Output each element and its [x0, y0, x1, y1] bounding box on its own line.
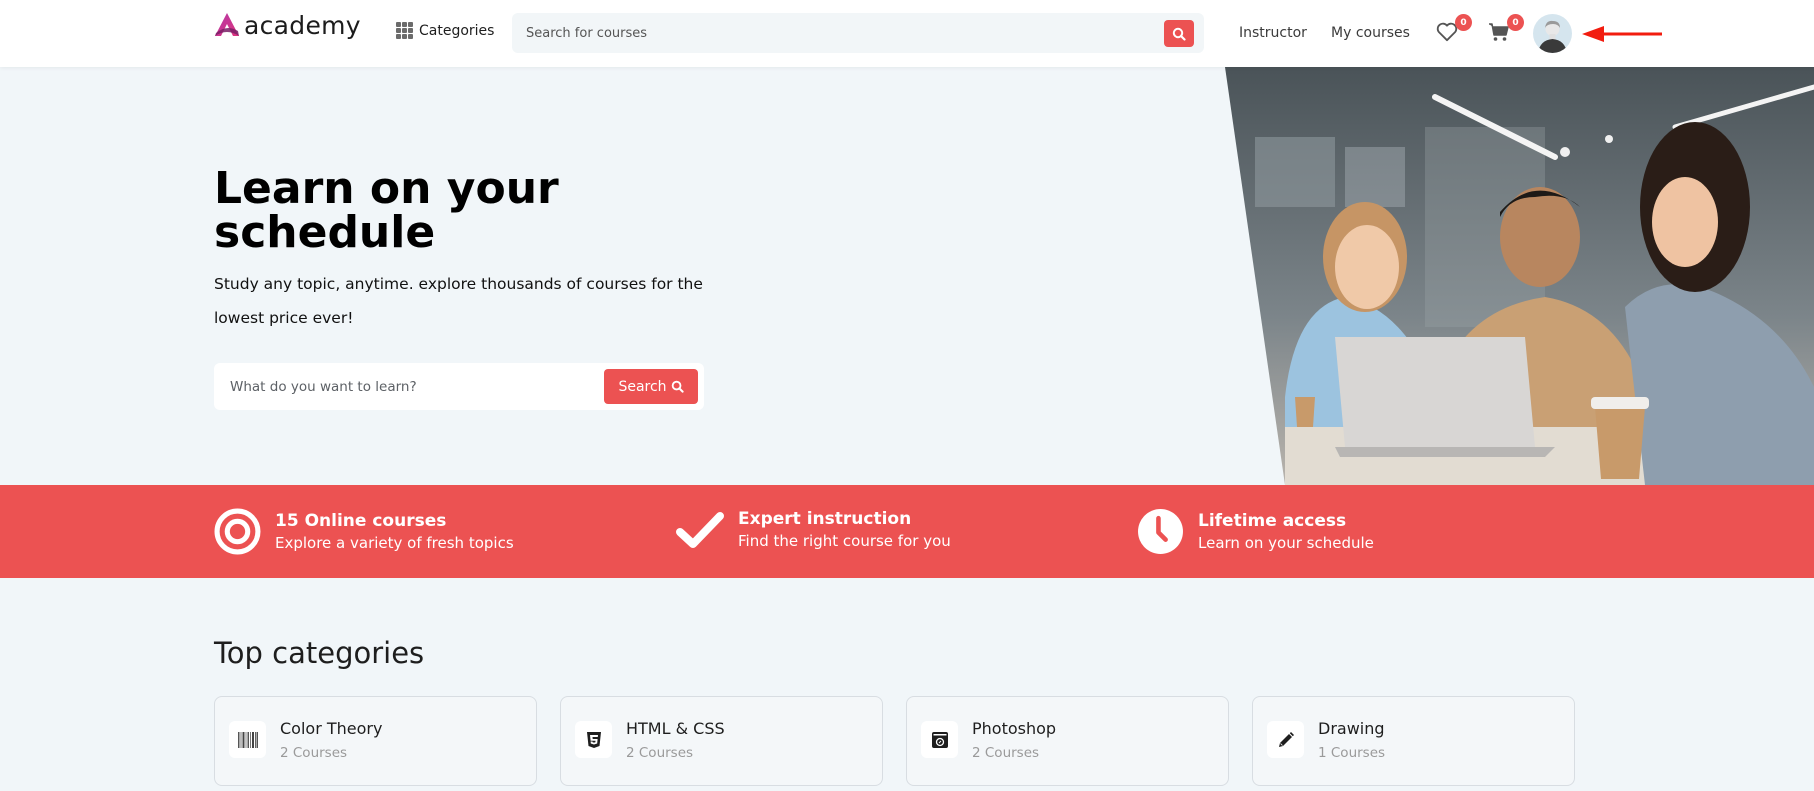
wishlist-button[interactable]: 0: [1436, 14, 1472, 46]
top-navbar: academy Categories Instructor My courses…: [0, 0, 1814, 67]
barcode-icon: [237, 731, 258, 748]
features-bar: 15 Online courses Explore a variety of f…: [0, 485, 1814, 578]
header-search-button[interactable]: [1164, 20, 1194, 47]
feature-title: Lifetime access: [1198, 510, 1347, 531]
header-search: [512, 13, 1204, 53]
academy-logo-icon: [215, 13, 239, 36]
target-icon: [214, 508, 261, 555]
user-avatar[interactable]: [1533, 14, 1572, 53]
category-card-html-css[interactable]: HTML & CSS 2 Courses: [560, 696, 883, 786]
annotation-arrow-icon: [1582, 26, 1662, 42]
hero-image: [1225, 67, 1814, 485]
feature-desc: Explore a variety of fresh topics: [275, 533, 514, 552]
category-name: Drawing: [1318, 719, 1385, 738]
logo-text: academy: [244, 10, 361, 40]
category-card-drawing[interactable]: Drawing 1 Courses: [1252, 696, 1575, 786]
category-count: 2 Courses: [626, 745, 694, 761]
cart-button[interactable]: 0: [1488, 14, 1524, 46]
hero-search-input[interactable]: [230, 363, 590, 410]
cart-count-badge: 0: [1507, 14, 1524, 31]
css3-icon: [586, 731, 601, 748]
grid-icon: [396, 22, 413, 39]
wishlist-count-badge: 0: [1455, 14, 1472, 31]
category-count: 1 Courses: [1318, 745, 1386, 761]
user-avatar-icon: [1538, 20, 1567, 53]
category-count: 2 Courses: [972, 745, 1040, 761]
category-name: Photoshop: [972, 719, 1057, 738]
feature-title: Expert instruction: [738, 509, 912, 529]
nav-instructor-link[interactable]: Instructor: [1239, 25, 1307, 41]
top-categories-heading: Top categories: [214, 636, 425, 670]
category-card-color-theory[interactable]: Color Theory 2 Courses: [214, 696, 537, 786]
categories-menu[interactable]: Categories: [396, 22, 494, 39]
hero-search-button[interactable]: Search: [604, 369, 698, 404]
hero-search-button-label: Search: [618, 378, 667, 395]
hero-title: Learn on your schedule: [214, 163, 559, 258]
hero-subtitle: Study any topic, anytime. explore thousa…: [214, 275, 703, 327]
students-with-laptop-photo: [1225, 67, 1814, 485]
search-icon: [671, 380, 684, 393]
feature-online-courses: 15 Online courses Explore a variety of f…: [214, 508, 514, 555]
search-icon: [1172, 27, 1186, 41]
hero-search: Search: [214, 363, 704, 410]
feature-desc: Find the right course for you: [738, 532, 951, 550]
feature-lifetime-access: Lifetime access Learn on your schedule: [1137, 508, 1374, 555]
category-count: 2 Courses: [280, 745, 348, 761]
check-icon: [676, 512, 724, 548]
feature-expert-instruction: Expert instruction Find the right course…: [676, 508, 951, 552]
category-name: HTML & CSS: [626, 719, 725, 738]
clock-icon: [1138, 509, 1183, 554]
feature-title: 15 Online courses: [275, 510, 447, 531]
categories-label: Categories: [419, 22, 495, 39]
nav-my-courses-link[interactable]: My courses: [1331, 25, 1410, 41]
logo[interactable]: academy: [214, 12, 361, 38]
camera-icon: [931, 731, 948, 748]
header-search-input[interactable]: [526, 13, 1126, 53]
category-card-photoshop[interactable]: Photoshop 2 Courses: [906, 696, 1229, 786]
hero-section: Learn on your schedule Study any topic, …: [0, 67, 1814, 485]
feature-desc: Learn on your schedule: [1198, 533, 1374, 552]
category-name: Color Theory: [280, 719, 383, 738]
pencil-icon: [1278, 731, 1294, 747]
